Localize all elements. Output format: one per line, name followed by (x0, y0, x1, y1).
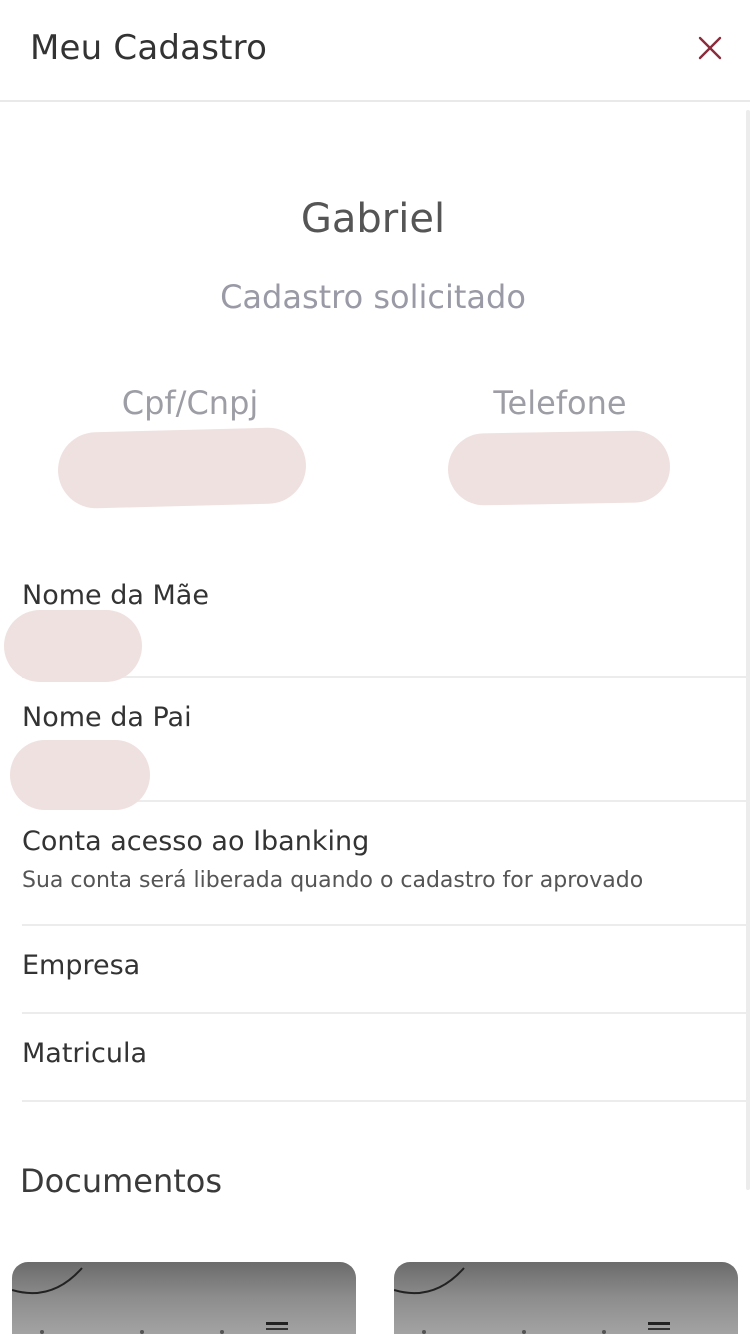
ibanking-access-field: Conta acesso ao Ibanking Sua conta será … (22, 802, 746, 926)
close-button[interactable] (688, 26, 732, 70)
mother-name-field: Nome da Mãe (4, 566, 746, 682)
phone-label: Telefone (493, 384, 627, 422)
scrollbar[interactable] (746, 110, 750, 1190)
field-subtext: Sua conta será liberada quando o cadastr… (22, 868, 644, 893)
document-thumbnail[interactable] (12, 1262, 356, 1334)
father-name-field: Nome da Pai (10, 678, 746, 810)
phone-value-redacted (447, 430, 671, 506)
document-image (394, 1267, 670, 1334)
documents-title: Documentos (20, 1162, 223, 1200)
company-field: Empresa (22, 926, 746, 1014)
field-label: Nome da Pai (22, 702, 192, 733)
document-thumbnail[interactable] (394, 1262, 738, 1334)
cpf-column: Cpf/Cnpj (40, 384, 340, 422)
field-label: Nome da Mãe (22, 580, 209, 611)
app-header: Meu Cadastro (0, 0, 750, 102)
profile-content: Gabriel Cadastro solicitado Cpf/Cnpj Tel… (0, 104, 746, 1334)
close-icon (698, 36, 722, 60)
registration-number-field: Matricula (22, 1014, 746, 1102)
phone-column: Telefone (410, 384, 710, 422)
father-name-redacted (10, 740, 150, 810)
profile-name: Gabriel (300, 196, 446, 242)
cpf-label: Cpf/Cnpj (121, 384, 259, 422)
mother-name-redacted (4, 610, 142, 682)
field-label: Empresa (22, 950, 141, 981)
cpf-value-redacted (57, 426, 307, 510)
field-label: Matricula (22, 1038, 148, 1069)
field-label: Conta acesso ao Ibanking (22, 826, 370, 857)
page-title: Meu Cadastro (30, 28, 268, 68)
registration-status: Cadastro solicitado (220, 278, 526, 316)
document-image (12, 1267, 288, 1334)
